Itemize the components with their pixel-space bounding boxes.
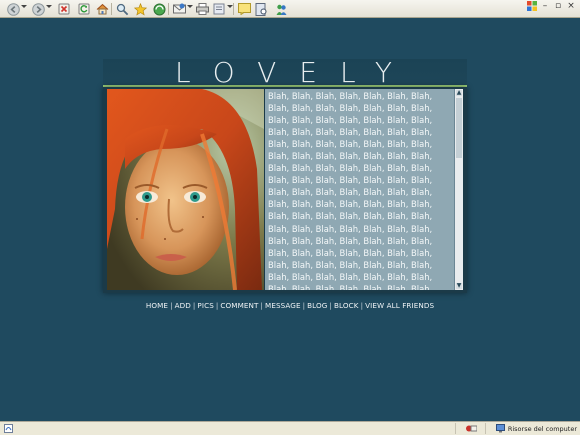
scroll-up-arrow-icon[interactable]: ▲ (456, 90, 462, 96)
nav-view-all-friends-link[interactable]: VIEW ALL FRIENDS (365, 301, 434, 310)
discuss-icon[interactable] (237, 2, 251, 16)
security-zone-label: Risorse del computer (507, 424, 577, 433)
print-icon[interactable] (195, 2, 209, 16)
mail-icon[interactable] (172, 2, 186, 16)
favorites-icon[interactable] (133, 2, 147, 16)
nav-add-link[interactable]: ADD (175, 301, 191, 310)
popup-blocked-icon[interactable] (466, 424, 478, 433)
search-icon[interactable] (115, 2, 129, 16)
page-status-icon (4, 424, 13, 433)
messenger-icon[interactable] (274, 2, 288, 16)
home-icon[interactable] (95, 2, 109, 16)
back-dropdown-icon[interactable] (21, 5, 27, 8)
back-icon[interactable] (6, 2, 20, 16)
profile-page: LOVELY Blah, Blah, Blah, Blah, Blah, Bla… (0, 18, 580, 421)
toolbar-separator (111, 3, 112, 15)
profile-nav: HOME | ADD | PICS | COMMENT | MESSAGE | BLOG | BLOCK… (0, 301, 580, 310)
edit-icon[interactable] (212, 2, 226, 16)
profile-photo (107, 89, 264, 290)
computer-icon (495, 424, 505, 433)
toolbar-separator (168, 3, 169, 15)
forward-dropdown-icon[interactable] (46, 5, 52, 8)
nav-pics-link[interactable]: PICS (197, 301, 213, 310)
forward-icon[interactable] (31, 2, 45, 16)
mail-dropdown-icon[interactable] (187, 5, 193, 8)
status-divider (485, 423, 486, 434)
stop-icon[interactable] (57, 2, 71, 16)
close-icon[interactable]: × (566, 1, 576, 11)
windows-logo-icon (527, 1, 537, 11)
window-controls: – ▫ × (527, 1, 576, 11)
minimize-icon[interactable]: – (540, 1, 550, 11)
nav-block-link[interactable]: BLOCK (334, 301, 359, 310)
scroll-down-arrow-icon[interactable]: ▼ (456, 283, 462, 289)
scroll-thumb[interactable] (456, 98, 462, 158)
nav-message-link[interactable]: MESSAGE (265, 301, 301, 310)
nav-comment-link[interactable]: COMMENT (220, 301, 258, 310)
refresh-icon[interactable] (77, 2, 91, 16)
browser-status-bar: Risorse del computer (0, 421, 580, 435)
restore-icon[interactable]: ▫ (553, 1, 563, 11)
status-divider (455, 423, 456, 434)
about-me-text: Blah, Blah, Blah, Blah, Blah, Blah, Blah… (268, 91, 433, 290)
nav-blog-link[interactable]: BLOG (307, 301, 327, 310)
text-scrollbar[interactable]: ▲ ▼ (454, 89, 463, 290)
security-zone: Risorse del computer (495, 424, 577, 433)
browser-toolbar: – ▫ × (0, 0, 580, 18)
about-me-box[interactable]: Blah, Blah, Blah, Blah, Blah, Blah, Blah… (265, 89, 463, 290)
history-icon[interactable] (152, 2, 166, 16)
research-icon[interactable] (254, 2, 268, 16)
nav-home-link[interactable]: HOME (146, 301, 168, 310)
toolbar-separator (233, 3, 234, 15)
